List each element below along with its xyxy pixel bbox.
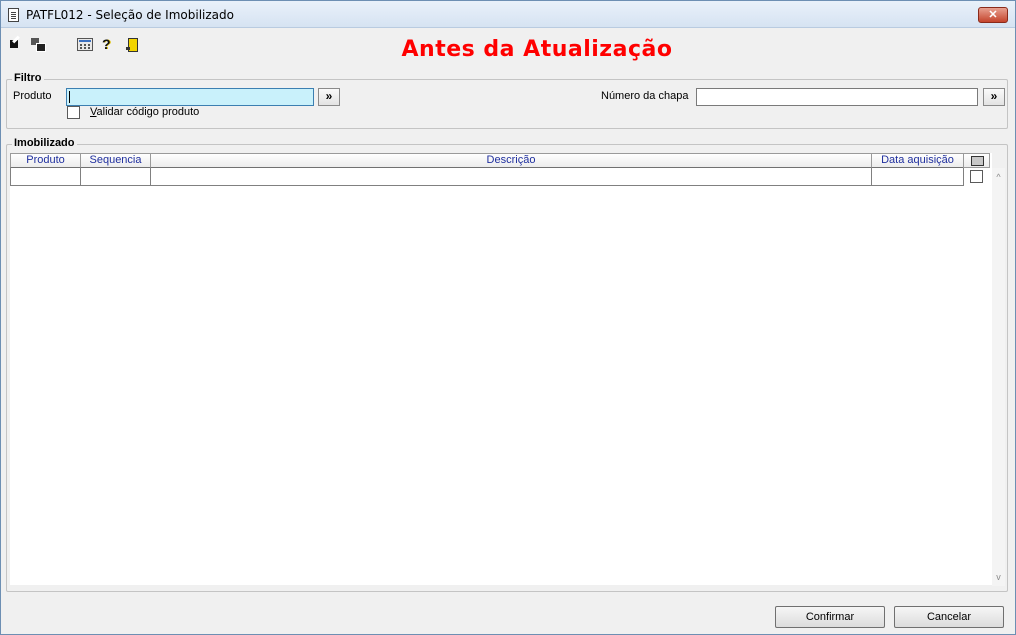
row-select-checkbox[interactable] <box>970 170 983 183</box>
validar-label[interactable]: Validar código produto <box>90 106 199 118</box>
grid-scrollbar[interactable]: ^ v <box>992 168 1005 586</box>
validar-checkbox[interactable] <box>67 106 80 119</box>
filter-legend: Filtro <box>12 72 44 84</box>
main-window: PATFL012 - Seleção de Imobilizado ✕ ? An… <box>0 0 1016 635</box>
window-title: PATFL012 - Seleção de Imobilizado <box>26 8 234 22</box>
status-banner: Antes da Atualização <box>401 37 673 62</box>
chapa-input[interactable] <box>696 88 978 106</box>
produto-label: Produto <box>13 90 52 102</box>
chapa-search-button[interactable]: » <box>983 88 1005 106</box>
scroll-down-icon[interactable]: v <box>994 573 1003 582</box>
select-all-icon[interactable] <box>963 153 990 168</box>
chapa-label: Número da chapa <box>601 90 689 102</box>
table-cell-produto[interactable] <box>10 168 81 186</box>
table-cell-sequencia[interactable] <box>80 168 151 186</box>
produto-search-button[interactable]: » <box>318 88 340 106</box>
imobilizado-legend: Imobilizado <box>12 137 77 149</box>
scroll-up-icon[interactable]: ^ <box>994 173 1003 182</box>
imobilizado-grid[interactable]: Produto Sequencia Descrição Data aquisiç… <box>10 153 992 585</box>
column-header-produto[interactable]: Produto <box>10 153 81 168</box>
column-header-descricao[interactable]: Descrição <box>150 153 872 168</box>
column-header-data-aquisicao[interactable]: Data aquisição <box>871 153 964 168</box>
text-caret <box>69 91 70 103</box>
column-header-sequencia[interactable]: Sequencia <box>80 153 151 168</box>
title-bar: PATFL012 - Seleção de Imobilizado ✕ <box>1 1 1015 28</box>
table-cell-data-aquisicao[interactable] <box>871 168 964 186</box>
table-cell-descricao[interactable] <box>150 168 872 186</box>
confirm-button[interactable]: Confirmar <box>775 606 885 628</box>
cancel-button[interactable]: Cancelar <box>894 606 1004 628</box>
produto-input[interactable] <box>66 88 314 106</box>
close-button[interactable]: ✕ <box>978 7 1008 23</box>
document-icon <box>8 8 19 22</box>
